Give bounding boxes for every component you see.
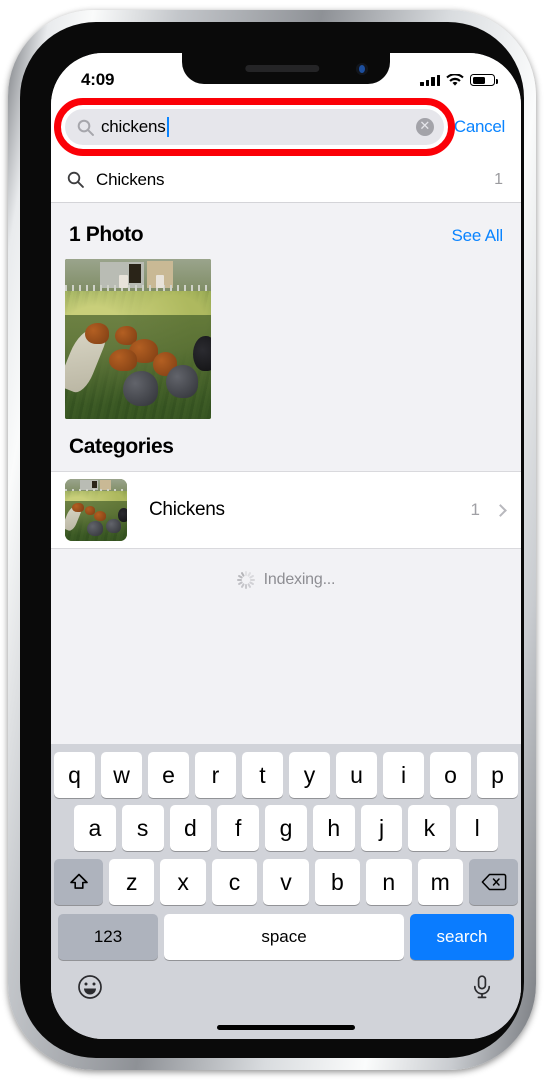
search-bar: chickens ✕ Cancel	[51, 97, 521, 157]
search-icon	[77, 119, 94, 136]
photo-artwork	[65, 479, 127, 541]
text-cursor	[166, 117, 169, 137]
key-y[interactable]: y	[289, 752, 330, 798]
space-key[interactable]: space	[164, 914, 404, 960]
key-l[interactable]: l	[456, 805, 499, 851]
numbers-key[interactable]: 123	[58, 914, 158, 960]
key-d[interactable]: d	[169, 805, 212, 851]
suggestion-count: 1	[494, 170, 503, 188]
categories-section-header: Categories	[51, 419, 521, 471]
key-f[interactable]: f	[217, 805, 260, 851]
key-m[interactable]: m	[417, 859, 463, 905]
key-e[interactable]: e	[148, 752, 189, 798]
search-icon	[67, 171, 84, 188]
search-suggestion-row[interactable]: Chickens 1	[51, 157, 521, 203]
indexing-label: Indexing...	[263, 571, 336, 588]
category-label: Chickens	[149, 499, 225, 520]
front-camera-icon	[356, 63, 368, 75]
backspace-icon	[481, 873, 506, 891]
key-p[interactable]: p	[477, 752, 518, 798]
clear-search-button[interactable]: ✕	[415, 118, 434, 136]
category-count: 1	[470, 500, 480, 519]
battery-icon	[470, 74, 498, 86]
key-z[interactable]: z	[109, 859, 155, 905]
key-b[interactable]: b	[314, 859, 361, 905]
see-all-button[interactable]: See All	[451, 226, 503, 246]
chevron-right-icon	[494, 503, 507, 517]
keyboard-row-3-letters: zxcvbnm	[109, 859, 463, 905]
search-return-key[interactable]: search	[410, 914, 514, 960]
key-h[interactable]: h	[312, 805, 355, 851]
search-input[interactable]: chickens ✕	[65, 109, 444, 145]
category-thumbnail	[65, 479, 127, 541]
key-q[interactable]: q	[54, 752, 95, 798]
key-o[interactable]: o	[430, 752, 471, 798]
photos-section-title: 1 Photo	[69, 223, 144, 246]
speaker-grille-icon	[245, 65, 320, 72]
key-k[interactable]: k	[408, 805, 451, 851]
shift-arrow-icon	[69, 873, 88, 889]
cellular-signal-icon	[420, 74, 440, 86]
microphone-icon[interactable]	[469, 974, 495, 1000]
key-i[interactable]: i	[383, 752, 424, 798]
category-row-chickens[interactable]: Chickens 1	[51, 471, 521, 549]
key-n[interactable]: n	[366, 859, 412, 905]
key-s[interactable]: s	[121, 805, 164, 851]
indexing-status: Indexing...	[51, 549, 521, 589]
photos-section-header: 1 Photo See All	[51, 203, 521, 259]
phone-screen: 4:09 chickens ✕ Cancel Chickens 1 1 Phot…	[51, 53, 521, 1039]
wifi-icon	[446, 73, 464, 86]
suggestion-label: Chickens	[96, 169, 165, 189]
key-x[interactable]: x	[160, 859, 206, 905]
key-c[interactable]: c	[211, 859, 258, 905]
device-notch	[182, 53, 390, 84]
key-j[interactable]: j	[360, 805, 403, 851]
key-u[interactable]: u	[336, 752, 377, 798]
phone-body: 4:09 chickens ✕ Cancel Chickens 1 1 Phot…	[20, 22, 524, 1058]
key-r[interactable]: r	[195, 752, 236, 798]
home-indicator[interactable]	[217, 1025, 355, 1030]
shift-key[interactable]	[54, 859, 103, 905]
key-g[interactable]: g	[265, 805, 307, 851]
cancel-button[interactable]: Cancel	[444, 117, 513, 137]
key-w[interactable]: w	[101, 752, 142, 798]
keyboard-row-3: zxcvbnm	[51, 852, 521, 906]
categories-section-title: Categories	[69, 435, 174, 458]
keyboard-row-4: 123 space search	[51, 906, 521, 962]
chickens-in-yard-photo[interactable]	[65, 259, 211, 419]
search-field-wrapper: chickens ✕	[54, 98, 455, 156]
keyboard-row-2: asdfghjkl	[51, 798, 521, 852]
activity-spinner-icon	[236, 571, 255, 589]
photo-results-strip[interactable]	[51, 259, 521, 419]
emoji-smiley-icon[interactable]	[77, 974, 103, 1000]
key-v[interactable]: v	[263, 859, 309, 905]
search-results-content[interactable]: Chickens 1 1 Photo See All Categories Ch…	[51, 157, 521, 744]
phone-frame: 4:09 chickens ✕ Cancel Chickens 1 1 Phot…	[8, 10, 536, 1070]
status-time: 4:09	[81, 70, 115, 89]
key-a[interactable]: a	[73, 805, 116, 851]
photo-artwork	[65, 259, 211, 419]
key-t[interactable]: t	[242, 752, 283, 798]
backspace-key[interactable]	[469, 859, 518, 905]
on-screen-keyboard[interactable]: qwertyuiop asdfghjkl zxcvbnm 123 space s…	[51, 744, 521, 1039]
status-indicators	[420, 73, 498, 87]
search-input-value: chickens	[101, 117, 166, 136]
keyboard-row-1: qwertyuiop	[51, 744, 521, 798]
